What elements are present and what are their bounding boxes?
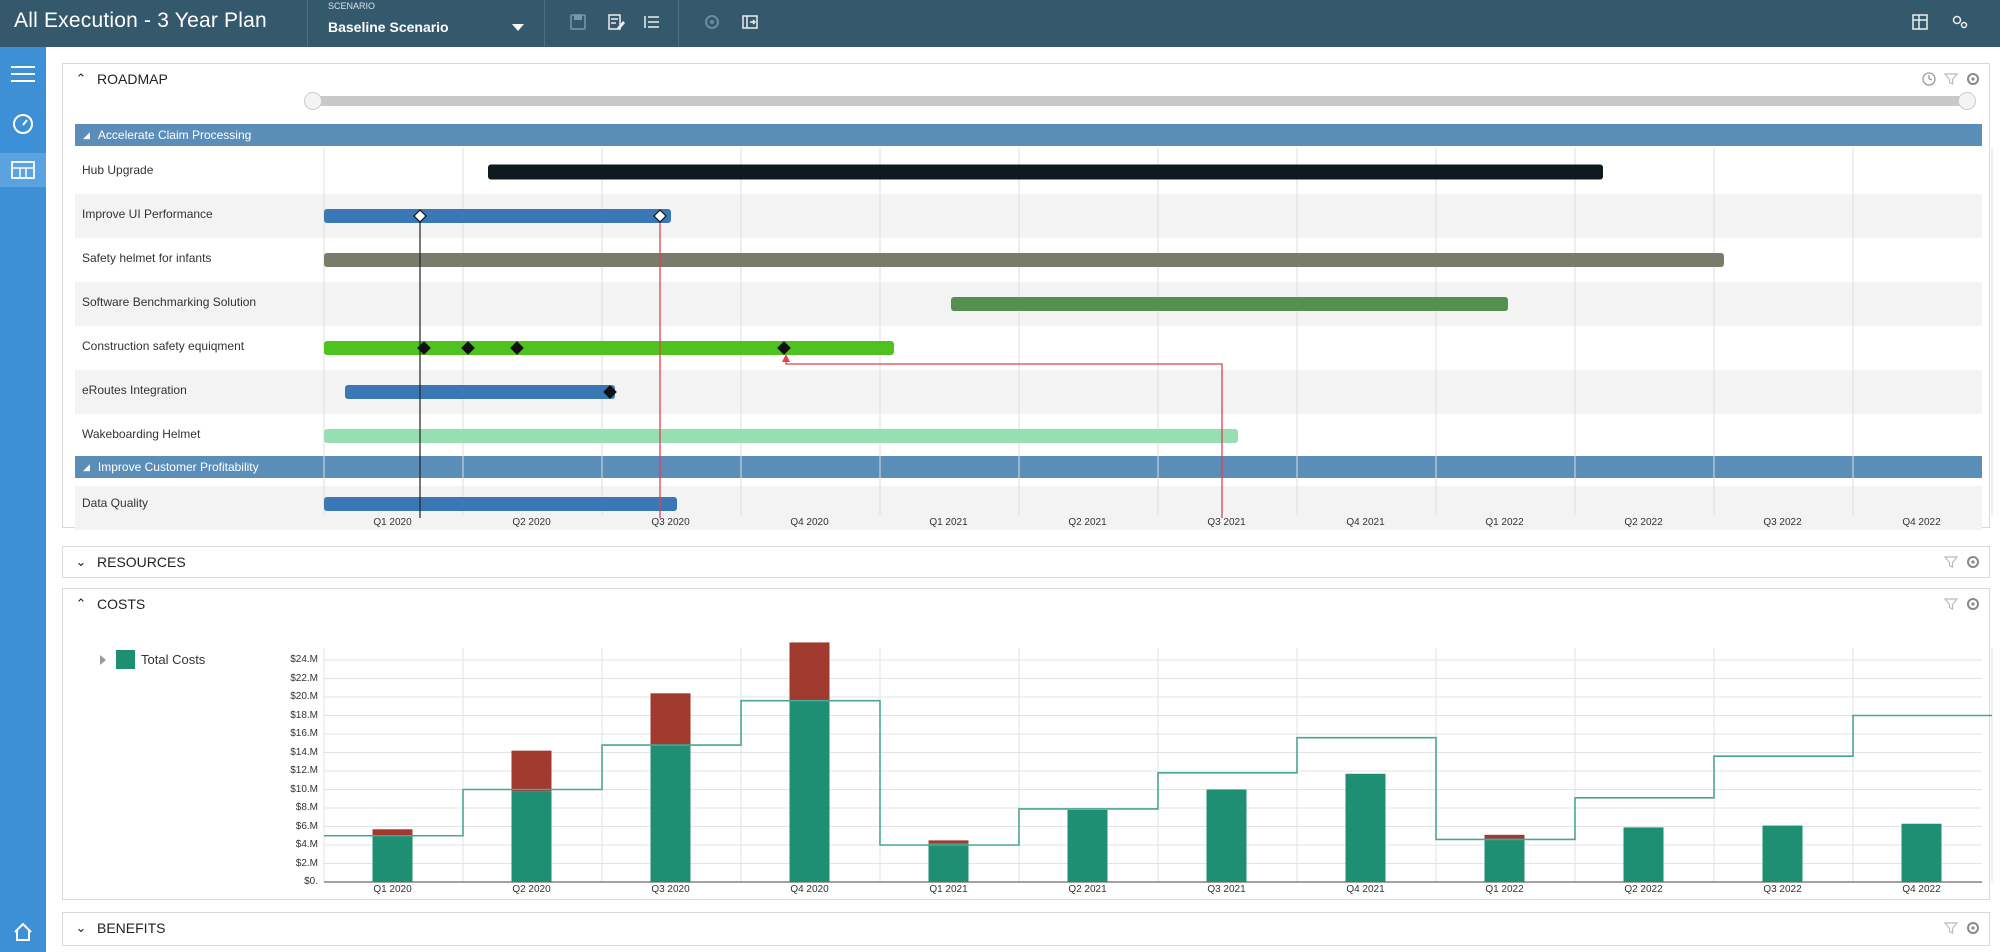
bar-total-costs[interactable] <box>650 745 691 882</box>
costs-chart <box>323 642 1993 883</box>
bar-total-costs[interactable] <box>928 843 969 882</box>
bar-overrun[interactable] <box>928 840 969 844</box>
bar-overrun[interactable] <box>650 693 691 746</box>
benefits-panel: ⌄ BENEFITS <box>62 912 1990 946</box>
x-tick-label: Q1 2022 <box>1485 884 1524 895</box>
bar-total-costs[interactable] <box>789 700 830 882</box>
gear-icon[interactable] <box>1965 920 1981 936</box>
bar-total-costs[interactable] <box>1206 789 1247 883</box>
x-tick-label: Q2 2021 <box>1068 884 1107 895</box>
home-icon[interactable] <box>5 915 41 949</box>
bar-total-costs[interactable] <box>1484 838 1525 882</box>
chevron-down-icon: ⌄ <box>75 920 87 935</box>
bar-total-costs[interactable] <box>511 791 552 882</box>
bar-total-costs[interactable] <box>1623 827 1664 882</box>
bar-total-costs[interactable] <box>1345 773 1386 882</box>
filter-icon[interactable] <box>1943 920 1959 936</box>
bar-overrun[interactable] <box>511 750 552 792</box>
x-tick-label: Q3 2021 <box>1207 884 1246 895</box>
x-tick-label: Q4 2021 <box>1346 884 1385 895</box>
benefits-tools <box>1943 920 1981 936</box>
bar-overrun[interactable] <box>372 829 413 836</box>
x-tick-label: Q1 2021 <box>929 884 968 895</box>
bar-total-costs[interactable] <box>372 835 413 882</box>
x-tick-label: Q3 2020 <box>651 884 690 895</box>
x-tick-label: Q2 2020 <box>512 884 551 895</box>
x-tick-label: Q1 2020 <box>373 884 412 895</box>
benefits-title: BENEFITS <box>97 920 166 936</box>
x-tick-label: Q3 2022 <box>1763 884 1802 895</box>
bar-overrun[interactable] <box>1484 834 1525 839</box>
benefits-header[interactable]: ⌄ BENEFITS <box>73 913 166 943</box>
x-tick-label: Q4 2022 <box>1902 884 1941 895</box>
bar-total-costs[interactable] <box>1901 823 1942 882</box>
x-tick-label: Q4 2020 <box>790 884 829 895</box>
bar-overrun[interactable] <box>789 642 830 701</box>
bar-total-costs[interactable] <box>1067 809 1108 882</box>
x-tick-label: Q2 2022 <box>1624 884 1663 895</box>
bar-total-costs[interactable] <box>1762 825 1803 882</box>
